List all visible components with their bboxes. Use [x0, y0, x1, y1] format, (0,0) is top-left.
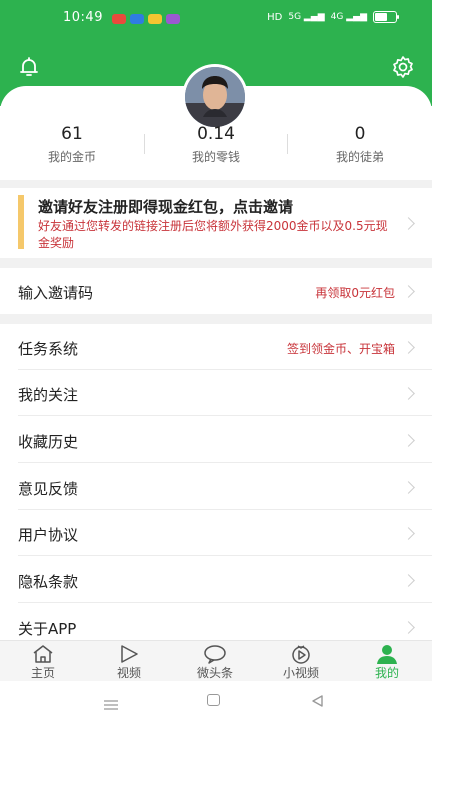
menu-item-tasks[interactable]: 任务系统 签到领金币、开宝箱	[0, 324, 432, 370]
row-label: 意见反馈	[18, 480, 79, 498]
divider	[18, 555, 432, 556]
section-gap	[0, 180, 432, 188]
menu-icon[interactable]	[104, 695, 118, 710]
invite-accent-bar	[18, 195, 24, 249]
divider	[18, 415, 432, 416]
tab-label: 主页	[30, 666, 55, 680]
tab-label: 微头条	[196, 666, 233, 680]
home-button-icon[interactable]	[207, 694, 220, 706]
row-label: 收藏历史	[18, 433, 79, 451]
tab-home[interactable]: 主页	[0, 641, 86, 681]
row-extra: 签到领金币、开宝箱	[286, 342, 395, 356]
avatar-image	[185, 67, 245, 127]
stat-label: 我的金币	[47, 150, 96, 164]
tab-label: 我的	[374, 666, 399, 680]
chevron-right-icon	[402, 387, 415, 400]
stat-coins[interactable]: 61 我的金币	[0, 120, 144, 170]
menu-item-privacy[interactable]: 隐私条款	[0, 557, 432, 603]
menu-item-feedback[interactable]: 意见反馈	[0, 464, 432, 510]
chat-bubble-icon	[203, 644, 227, 664]
invite-subtitle: 好友通过您转发的链接注册后您将额外获得2000金币以及0.5元现金奖励	[38, 219, 388, 250]
small-video-icon	[289, 644, 313, 664]
tab-micro-headlines[interactable]: 微头条	[172, 641, 258, 681]
tab-label: 视频	[116, 666, 141, 680]
signal-icon: 4G ▂▄▆	[330, 12, 367, 22]
app-notification-icon	[148, 14, 162, 24]
menu-item-favorites[interactable]: 收藏历史	[0, 417, 432, 463]
chevron-right-icon	[402, 341, 415, 354]
battery-icon	[373, 11, 399, 23]
hd-label: HD	[267, 11, 283, 23]
stat-label: 我的徒弟	[335, 150, 384, 164]
bottom-tab-bar: 主页 视频 微头条 小视频 我的	[0, 640, 432, 681]
chevron-right-icon	[402, 285, 415, 298]
stat-label: 我的零钱	[191, 150, 240, 164]
row-extra: 再领取0元红包	[315, 286, 395, 300]
signal-icon: 5G ▂▄▆	[288, 12, 325, 22]
chevron-right-icon	[402, 621, 415, 634]
signal-label: 4G	[330, 12, 344, 22]
divider	[144, 134, 145, 154]
tab-me[interactable]: 我的	[344, 641, 430, 681]
system-nav-bar	[0, 681, 432, 719]
row-label: 我的关注	[18, 386, 79, 404]
status-time: 10:49	[63, 10, 103, 25]
play-icon	[117, 644, 141, 664]
menu-item-following[interactable]: 我的关注	[0, 370, 432, 416]
row-label: 输入邀请码	[18, 284, 94, 302]
status-indicators: HD 5G ▂▄▆ 4G ▂▄▆	[267, 11, 399, 23]
tab-short-video[interactable]: 小视频	[258, 641, 344, 681]
row-label: 关于APP	[18, 620, 77, 638]
tab-video[interactable]: 视频	[86, 641, 172, 681]
app-notification-icon	[166, 14, 180, 24]
row-label: 隐私条款	[18, 573, 79, 591]
stat-change[interactable]: 0.14 我的零钱	[144, 120, 288, 170]
notification-icons	[112, 14, 180, 24]
chevron-right-icon	[402, 217, 415, 230]
menu-item-user-agreement[interactable]: 用户协议	[0, 510, 432, 556]
stat-value: 0	[354, 124, 366, 144]
row-label: 任务系统	[18, 340, 79, 358]
invite-banner[interactable]: 邀请好友注册即得现金红包，点击邀请 好友通过您转发的链接注册后您将额外获得200…	[0, 188, 432, 258]
chevron-right-icon	[402, 481, 415, 494]
tab-label: 小视频	[282, 666, 319, 680]
invite-code-row[interactable]: 输入邀请码 再领取0元红包	[0, 268, 432, 314]
app-screen: 10:49 HD 5G ▂▄▆ 4G ▂▄▆ 61 我的金币 0.14 我的零钱…	[0, 0, 432, 800]
stat-value: 61	[61, 124, 83, 144]
chevron-right-icon	[402, 527, 415, 540]
stat-apprentices[interactable]: 0 我的徒弟	[288, 120, 432, 170]
back-icon[interactable]	[310, 693, 324, 707]
stats-row: 61 我的金币 0.14 我的零钱 0 我的徒弟	[0, 120, 432, 170]
signal-label: 5G	[288, 12, 302, 22]
divider	[18, 462, 432, 463]
row-label: 用户协议	[18, 526, 79, 544]
chevron-right-icon	[402, 434, 415, 447]
section-gap	[0, 314, 432, 324]
user-icon	[375, 644, 399, 664]
app-notification-icon	[112, 14, 126, 24]
stat-value: 0.14	[197, 124, 235, 144]
chevron-right-icon	[402, 574, 415, 587]
divider	[18, 602, 432, 603]
bell-icon[interactable]	[17, 55, 41, 79]
battery-fill	[375, 13, 387, 21]
section-gap	[0, 258, 432, 268]
invite-title: 邀请好友注册即得现金红包，点击邀请	[38, 198, 294, 216]
gear-icon[interactable]	[390, 54, 416, 80]
home-icon	[31, 644, 55, 664]
status-bar: 10:49 HD 5G ▂▄▆ 4G ▂▄▆	[0, 0, 432, 34]
app-notification-icon	[130, 14, 144, 24]
